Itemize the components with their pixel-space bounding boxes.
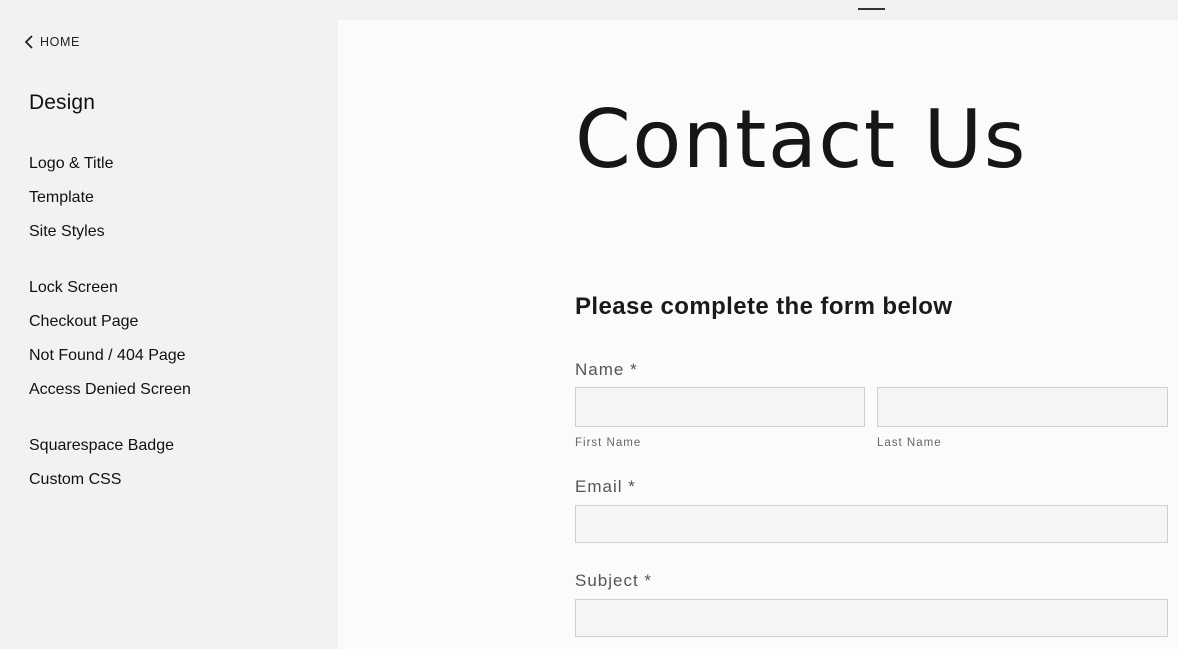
subject-input[interactable] bbox=[575, 599, 1168, 637]
subject-label: Subject * bbox=[575, 571, 653, 590]
email-label: Email * bbox=[575, 477, 636, 496]
back-home-link[interactable]: HOME bbox=[22, 33, 80, 51]
preview-drag-handle[interactable] bbox=[858, 8, 885, 10]
first-name-input[interactable] bbox=[575, 387, 865, 427]
nav-item-access-denied[interactable]: Access Denied Screen bbox=[29, 373, 191, 407]
nav-item-custom-css[interactable]: Custom CSS bbox=[29, 463, 174, 497]
nav-item-not-found-page[interactable]: Not Found / 404 Page bbox=[29, 339, 191, 373]
app-window: HOME Design Logo & Title Template Site S… bbox=[0, 0, 1178, 649]
design-sidebar: HOME Design Logo & Title Template Site S… bbox=[0, 0, 338, 649]
nav-item-lock-screen[interactable]: Lock Screen bbox=[29, 271, 191, 305]
back-home-label: HOME bbox=[40, 35, 80, 49]
nav-group-site: Logo & Title Template Site Styles bbox=[29, 147, 114, 249]
chevron-left-icon bbox=[22, 34, 38, 50]
nav-item-logo-title[interactable]: Logo & Title bbox=[29, 147, 114, 181]
email-input[interactable] bbox=[575, 505, 1168, 543]
nav-item-checkout-page[interactable]: Checkout Page bbox=[29, 305, 191, 339]
first-name-sublabel: First Name bbox=[575, 437, 642, 449]
form-heading: Please complete the form below bbox=[575, 293, 953, 320]
site-preview: Contact Us Please complete the form belo… bbox=[338, 20, 1178, 649]
last-name-sublabel: Last Name bbox=[877, 437, 942, 449]
nav-item-site-styles[interactable]: Site Styles bbox=[29, 215, 114, 249]
nav-item-squarespace-badge[interactable]: Squarespace Badge bbox=[29, 429, 174, 463]
last-name-input[interactable] bbox=[877, 387, 1168, 427]
nav-group-pages: Lock Screen Checkout Page Not Found / 40… bbox=[29, 271, 191, 407]
page-title: Contact Us bbox=[575, 93, 1027, 186]
nav-item-template[interactable]: Template bbox=[29, 181, 114, 215]
sidebar-title: Design bbox=[29, 91, 95, 114]
name-label: Name * bbox=[575, 360, 638, 379]
nav-group-extras: Squarespace Badge Custom CSS bbox=[29, 429, 174, 497]
